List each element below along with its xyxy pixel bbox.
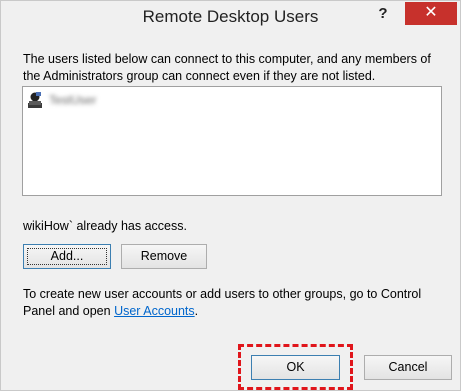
user-accounts-link[interactable]: User Accounts [114,304,195,318]
user-icon [27,91,43,109]
description-text: The users listed below can connect to th… [23,52,431,83]
ok-button-highlight [238,344,353,390]
close-button[interactable]: ✕ [405,2,457,25]
info-text-before-link: To create new user accounts or add users… [23,287,422,318]
users-listbox[interactable]: TestUser [22,86,442,196]
list-item[interactable]: TestUser [27,91,96,109]
remote-desktop-users-dialog: Remote Desktop Users ? ✕ The users liste… [0,0,461,391]
access-status-text: wikiHow` already has access. [23,219,187,233]
focus-rectangle [27,248,107,265]
close-icon: ✕ [424,4,438,21]
remove-button[interactable]: Remove [121,244,207,269]
user-name: TestUser [49,93,97,107]
info-text-after-link: . [194,304,199,318]
add-button[interactable]: Add... [23,244,111,269]
cancel-button[interactable]: Cancel [364,355,452,380]
help-button[interactable]: ? [373,4,393,24]
info-text: To create new user accounts or add users… [23,286,443,320]
title-bar[interactable]: Remote Desktop Users ? ✕ [1,1,460,35]
